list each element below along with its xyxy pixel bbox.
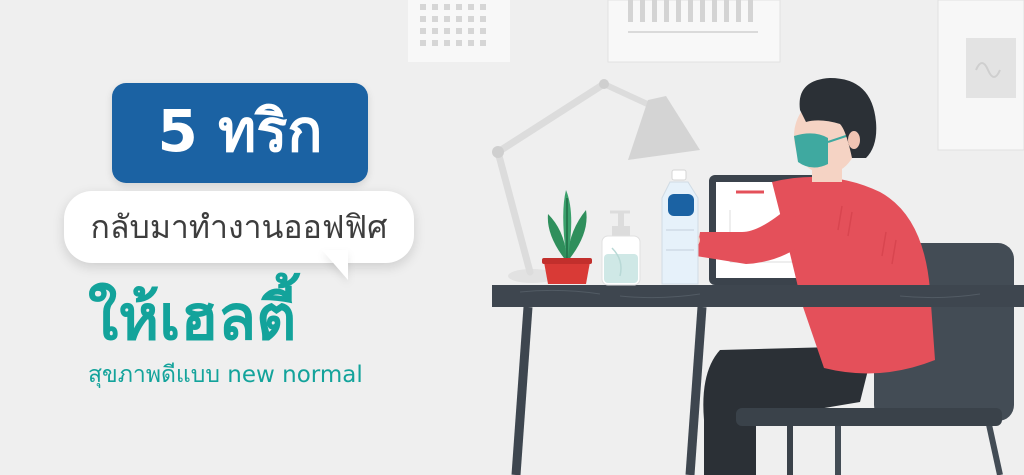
potted-plant-icon bbox=[542, 190, 592, 284]
subheadline: กลับมาทำงานออฟฟิศ bbox=[90, 208, 388, 246]
water-bottle-icon bbox=[661, 169, 699, 285]
headline: 5 ทริก bbox=[157, 97, 323, 165]
tagline: สุขภาพดีแบบ new normal bbox=[88, 362, 363, 388]
speech-bubble-tail-icon bbox=[322, 250, 348, 280]
chair-seat bbox=[736, 408, 1002, 475]
hand-sanitizer-icon bbox=[601, 210, 641, 286]
wall-frame-right bbox=[937, 0, 1024, 151]
wall-frame-left bbox=[408, 0, 510, 62]
banner: 5 ทริก กลับมาทำงานออฟฟิศ ให้เฮลตี้ สุขภา… bbox=[0, 0, 1024, 475]
wall-frame-center bbox=[607, 0, 781, 63]
highlight-text: ให้เฮลตี้ bbox=[88, 281, 297, 354]
